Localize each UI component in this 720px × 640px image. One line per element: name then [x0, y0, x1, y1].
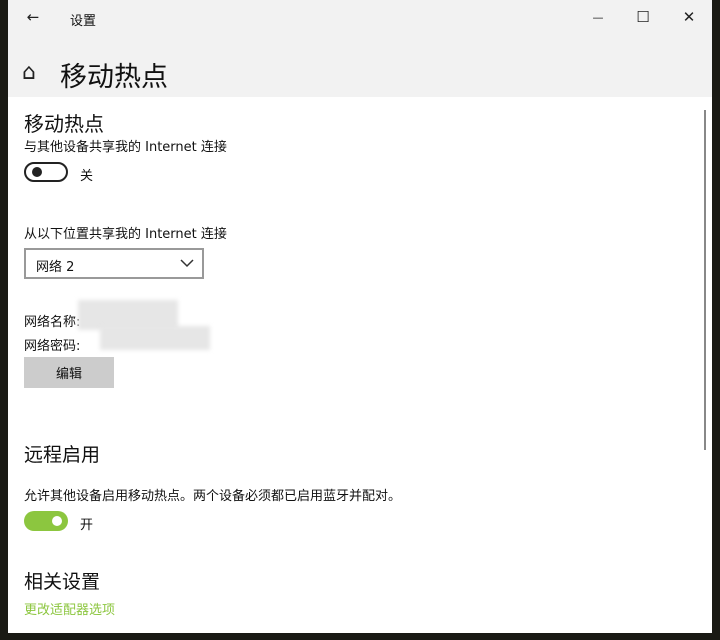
adapter-options-link[interactable]: 更改适配器选项 — [24, 599, 115, 618]
remote-toggle[interactable] — [24, 511, 68, 531]
header: ← 设置 — ☐ ✕ ⌂ 移动热点 — [8, 0, 712, 97]
settings-window: ← 设置 — ☐ ✕ ⌂ 移动热点 移动热点 与其他设备共享我的 Interne… — [8, 0, 712, 633]
minimize-button[interactable]: — — [583, 5, 613, 29]
maximize-icon: ☐ — [636, 8, 650, 26]
maximize-button[interactable]: ☐ — [628, 5, 658, 29]
remote-description: 允许其他设备启用移动热点。两个设备必须都已启用蓝牙并配对。 — [24, 489, 402, 504]
share-from-dropdown[interactable]: 网络 2 — [24, 248, 204, 279]
hotspot-description: 与其他设备共享我的 Internet 连接 — [24, 140, 227, 155]
remote-heading: 远程启用 — [24, 444, 101, 466]
page-title: 移动热点 — [60, 62, 168, 93]
share-from-label: 从以下位置共享我的 Internet 连接 — [24, 227, 227, 242]
home-icon[interactable]: ⌂ — [22, 60, 36, 85]
network-password-label: 网络密码: — [24, 339, 81, 354]
remote-toggle-label: 开 — [80, 518, 94, 533]
back-arrow-icon: ← — [26, 8, 40, 26]
minimize-icon: — — [592, 10, 604, 24]
close-icon: ✕ — [682, 8, 696, 26]
hotspot-toggle[interactable] — [24, 162, 68, 182]
scrollbar[interactable] — [704, 110, 706, 450]
edit-button[interactable]: 编辑 — [24, 357, 114, 388]
related-heading: 相关设置 — [24, 571, 101, 593]
back-button[interactable]: ← — [18, 5, 48, 29]
toggle-knob — [52, 516, 62, 526]
close-button[interactable]: ✕ — [674, 5, 704, 29]
toggle-knob — [32, 167, 42, 177]
chevron-down-icon — [180, 259, 194, 268]
hotspot-toggle-label: 关 — [80, 169, 94, 184]
window-title: 设置 — [70, 14, 97, 29]
hotspot-heading: 移动热点 — [24, 112, 104, 136]
network-name-label: 网络名称: — [24, 315, 81, 330]
redacted-network-password — [100, 326, 210, 350]
dropdown-value: 网络 2 — [36, 260, 75, 275]
